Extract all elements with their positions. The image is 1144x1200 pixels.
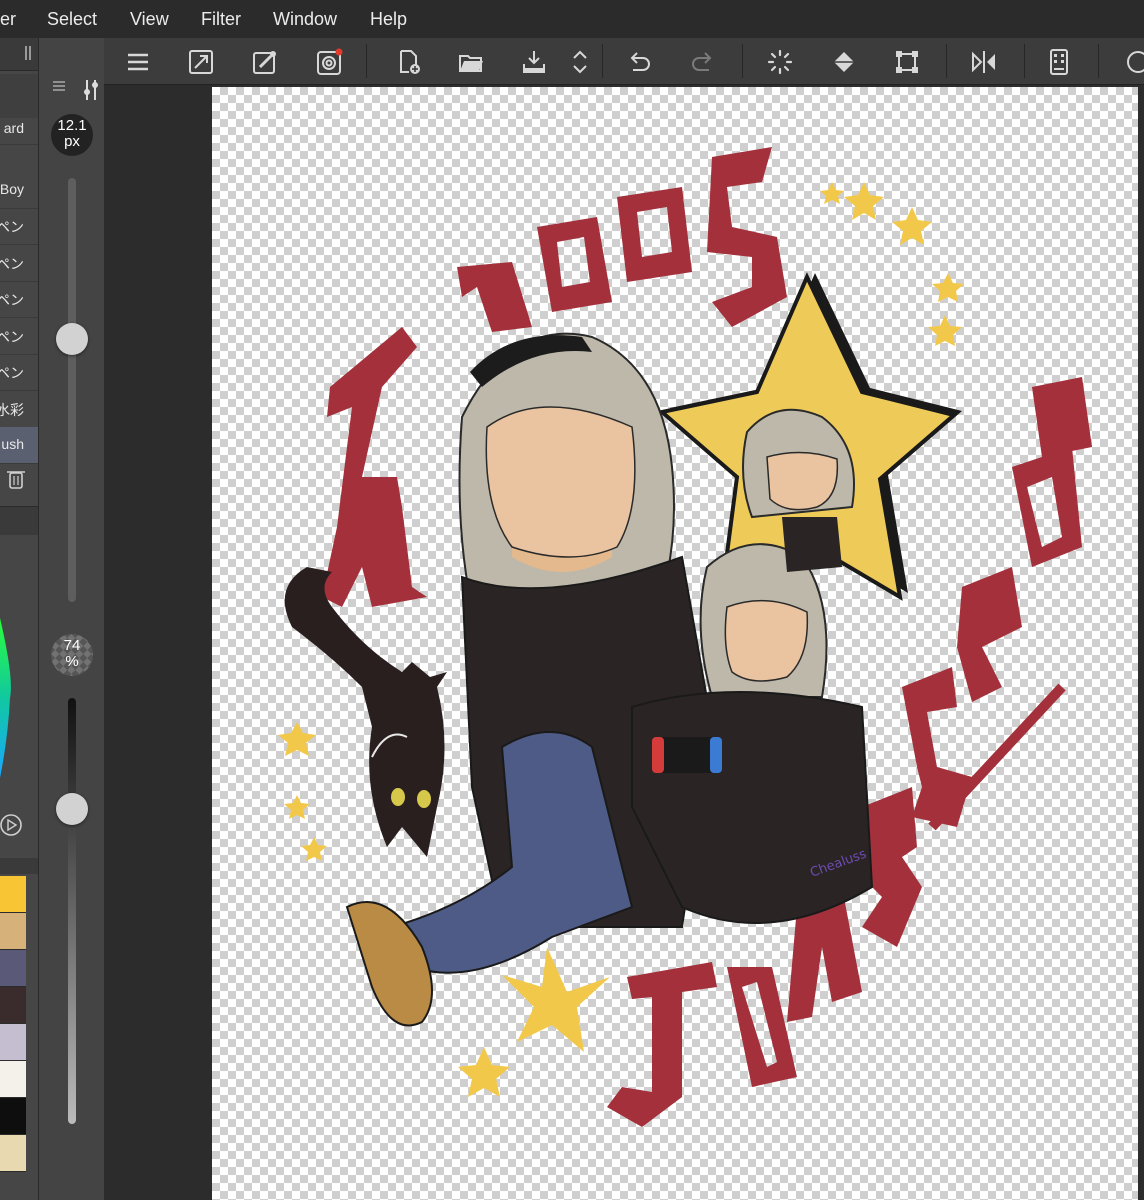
drawing-canvas[interactable]: Chealuss — [212, 87, 1138, 1200]
color-wheel[interactable] — [0, 598, 38, 798]
flip-icon[interactable] — [966, 44, 1002, 80]
new-canvas-icon[interactable] — [391, 44, 427, 80]
fill-icon[interactable] — [826, 44, 862, 80]
brush-item[interactable]: Boy — [0, 172, 38, 209]
brush-size-knob[interactable] — [56, 323, 88, 356]
panel-header — [0, 38, 38, 71]
brush-item[interactable]: ペン — [0, 281, 38, 318]
color-swatch[interactable] — [0, 1098, 26, 1135]
command-bar — [104, 38, 1144, 85]
brush-item[interactable]: 水彩 — [0, 391, 38, 428]
color-swatch[interactable] — [0, 987, 26, 1024]
menu-filter[interactable]: Filter — [201, 9, 241, 30]
stepper-icon[interactable] — [562, 44, 598, 80]
color-swatch[interactable] — [0, 1061, 26, 1098]
fit-icon[interactable] — [183, 44, 219, 80]
color-swatch[interactable] — [0, 876, 26, 913]
brush-item[interactable]: ペン — [0, 354, 38, 391]
brush-item[interactable]: ペン — [0, 318, 38, 355]
brush-size-panel: 12.1 px 74% — [38, 38, 105, 1200]
loading-icon[interactable] — [762, 44, 798, 80]
opacity-value: 74% — [63, 637, 81, 670]
transform-icon[interactable] — [889, 44, 925, 80]
brush-size-slider[interactable] — [68, 178, 76, 602]
canvas-edge — [1138, 85, 1144, 1200]
brush-item[interactable]: ペン — [0, 208, 38, 245]
menu-icon[interactable] — [120, 44, 156, 80]
collapse-icon[interactable] — [0, 38, 38, 70]
brush-size-value: 12.1 px — [57, 117, 87, 150]
undo-icon[interactable] — [621, 44, 657, 80]
color-swatch[interactable] — [0, 1135, 26, 1172]
menu-window[interactable]: Window — [273, 9, 337, 30]
opacity-knob[interactable] — [56, 792, 88, 825]
menu-bar: er Select View Filter Window Help — [0, 0, 1144, 39]
open-folder-icon[interactable] — [453, 44, 489, 80]
color-swatch[interactable] — [0, 1024, 26, 1061]
eyedropper-icon[interactable] — [247, 44, 283, 80]
brush-item[interactable]: ペン — [0, 245, 38, 282]
menu-layer[interactable]: er — [0, 9, 16, 30]
color-swatch[interactable] — [0, 913, 26, 950]
color-swatch[interactable] — [0, 950, 26, 987]
smart-icon[interactable] — [311, 44, 347, 80]
redo-icon[interactable] — [685, 44, 721, 80]
save-icon[interactable] — [516, 44, 552, 80]
brush-item[interactable]: ard — [0, 118, 38, 145]
brush-item-selected[interactable]: ush — [0, 427, 38, 464]
menu-select[interactable]: Select — [47, 9, 97, 30]
black-cat — [284, 567, 447, 857]
device-icon[interactable] — [1041, 44, 1077, 80]
menu-view[interactable]: View — [130, 9, 169, 30]
menu-small-icon[interactable] — [49, 78, 69, 94]
play-icon[interactable] — [0, 810, 26, 840]
help-bubble-icon[interactable] — [1120, 50, 1144, 76]
trash-icon[interactable] — [4, 466, 28, 492]
menu-help[interactable]: Help — [370, 9, 407, 30]
artwork: Chealuss — [278, 147, 1092, 1127]
sub-tool-panel: ard Boy ペン ペン ペン ペン ペン 水彩 ush — [0, 38, 38, 1200]
settings-sliders-icon[interactable] — [81, 76, 101, 104]
opacity-slider[interactable] — [68, 698, 76, 1124]
